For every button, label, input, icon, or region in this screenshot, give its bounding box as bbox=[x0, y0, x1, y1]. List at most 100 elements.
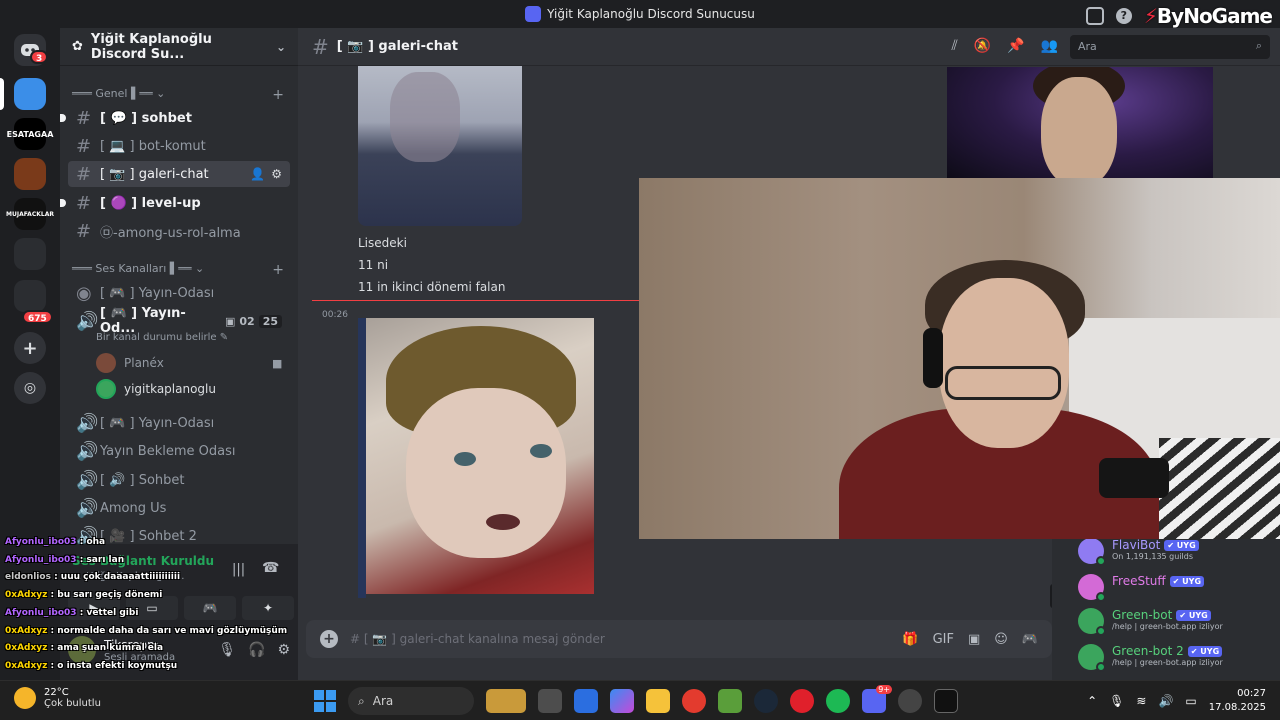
weather-widget[interactable]: 22°C Çok bulutlu bbox=[14, 687, 101, 709]
chevron-up-icon[interactable]: ⌃ bbox=[1087, 694, 1097, 708]
opera-icon[interactable] bbox=[790, 689, 814, 713]
voice-channel-yayin-2[interactable]: 🔊[ 🎮 ] Yayın-Od... ▣ 02 25 bbox=[68, 306, 290, 336]
watermark-logo: ⚡ByNoGame bbox=[1143, 4, 1273, 28]
camera-icon: ■ bbox=[272, 357, 283, 370]
emoji-icon[interactable]: ☺ bbox=[994, 632, 1008, 647]
member-freestuff[interactable]: FreeStuff ✔ UYG bbox=[1078, 574, 1205, 602]
voice-channel-sohbet[interactable]: 🔊[ 🔊 ] Sohbet bbox=[68, 467, 290, 493]
search-input[interactable]: Ara ⌕ bbox=[1070, 35, 1270, 59]
volume-icon[interactable]: 🔊 bbox=[1158, 694, 1173, 708]
microphone-icon[interactable]: 🎙 bbox=[1109, 694, 1124, 708]
minecraft-icon[interactable] bbox=[718, 689, 742, 713]
hash-icon: # bbox=[76, 163, 92, 185]
server-yigit[interactable] bbox=[14, 78, 46, 110]
speaker-icon: 🔊 bbox=[76, 310, 99, 332]
avatar bbox=[96, 379, 116, 399]
webcam-main bbox=[639, 178, 1280, 539]
add-channel-icon[interactable]: + bbox=[272, 87, 284, 103]
hash-icon: # bbox=[76, 220, 92, 242]
chat-line: 0xAdxyz : o insta efekti koymutşu bbox=[5, 660, 178, 671]
channel-galeri-chat[interactable]: #[ 📷 ] galeri-chat 👤 ⚙ bbox=[68, 161, 290, 187]
guild-name: Yiğit Kaplanoğlu Discord Su... bbox=[90, 31, 212, 62]
mention-badge: 675 bbox=[22, 310, 53, 324]
add-server-button[interactable]: + bbox=[14, 332, 46, 364]
spotify-icon[interactable] bbox=[826, 689, 850, 713]
battery-icon[interactable]: ▭ bbox=[1185, 694, 1196, 708]
voice-status[interactable]: Bir kanal durumu belirle ✎ bbox=[96, 332, 228, 343]
guild-header[interactable]: ✿ Yiğit Kaplanoğlu Discord Su... ⌄ bbox=[60, 28, 298, 66]
chrome-icon[interactable] bbox=[682, 689, 706, 713]
help-icon[interactable]: ? bbox=[1115, 8, 1132, 24]
chat-line: 0xAdxyz : normalde daha da sarı ve mavi … bbox=[5, 625, 288, 636]
taskbar: 22°C Çok bulutlu ⌕ Ara 9+ ⌃ 🎙 ≋ 🔊 ▭ 00:27… bbox=[0, 680, 1280, 720]
clock[interactable]: 00:27 17.08.2025 bbox=[1209, 687, 1266, 715]
server-folder-1[interactable] bbox=[14, 238, 46, 270]
mute-icon[interactable]: 🔕 bbox=[974, 38, 991, 54]
speaker-icon: 🔊 bbox=[76, 469, 99, 491]
server-minecraft[interactable] bbox=[14, 158, 46, 190]
avatar bbox=[1078, 538, 1106, 566]
server-mujaf[interactable]: MUJAFACKLAR bbox=[6, 198, 54, 230]
wifi-icon[interactable]: ≋ bbox=[1136, 694, 1146, 708]
app-icon[interactable] bbox=[574, 689, 598, 713]
server-folder-2[interactable] bbox=[14, 280, 46, 312]
obs-icon[interactable] bbox=[898, 689, 922, 713]
attach-button[interactable]: + bbox=[320, 630, 338, 648]
voice-user-yigit[interactable]: yigitkaplanoglu bbox=[96, 379, 216, 399]
chat-line: 0xAdxyz : ama şuan kumral ela bbox=[5, 643, 164, 654]
hash-icon: # bbox=[76, 135, 92, 157]
inbox-icon[interactable] bbox=[1085, 7, 1104, 25]
message-image-1[interactable] bbox=[358, 66, 522, 226]
steam-icon[interactable] bbox=[754, 689, 778, 713]
chevron-down-icon: ⌄ bbox=[275, 39, 286, 54]
category-general[interactable]: ═══ Genel ▌══ ⌄ + bbox=[72, 87, 284, 103]
hash-icon: # bbox=[312, 34, 329, 59]
title-bar: Yiğit Kaplanoğlu Discord Sunucusu ? ⚡ByN… bbox=[0, 0, 1280, 28]
weather-icon bbox=[14, 687, 36, 709]
threads-icon[interactable]: ⫽ bbox=[951, 38, 957, 54]
apps-icon[interactable]: 🎮 bbox=[1022, 632, 1038, 647]
channel-bot-komut[interactable]: #[ 💻 ] bot-komut bbox=[68, 133, 290, 159]
member-flavibot[interactable]: FlaviBot ✔ UYG On 1,191,135 guilds bbox=[1078, 538, 1199, 566]
epic-games-icon[interactable] bbox=[934, 689, 958, 713]
member-green-bot[interactable]: Green-bot ✔ UYG/help | green-bot.app izli… bbox=[1078, 608, 1223, 636]
message-composer[interactable]: + # [ 📷 ] galeri-chat kanalına mesaj gön… bbox=[306, 620, 1052, 658]
home-badge: 3 bbox=[30, 50, 49, 64]
channel-among-us-rol[interactable]: # ㉤-among-us-rol-alma bbox=[68, 218, 290, 244]
discover-icon[interactable]: ◎ bbox=[14, 372, 46, 404]
voice-user-planex[interactable]: Planéx bbox=[96, 353, 164, 373]
sticker-icon[interactable]: ▣ bbox=[968, 632, 980, 647]
stream-chat-overlay: Afyonlu_ibo03 : oha Afyonlu_ibo03 : sarı… bbox=[5, 534, 305, 676]
channel-level-up[interactable]: #[ 🟣 ] level-up bbox=[60, 190, 290, 216]
voice-channel-among-us[interactable]: 🔊 Among Us bbox=[68, 495, 290, 521]
discord-taskbar-icon[interactable]: 9+ bbox=[862, 685, 892, 713]
taskbar-search[interactable]: ⌕ Ara bbox=[348, 687, 474, 715]
voice-channel-yayin-3[interactable]: 🔊[ 🎮 ] Yayın-Odası bbox=[68, 410, 290, 436]
copilot-icon[interactable] bbox=[610, 689, 634, 713]
message-image-2[interactable] bbox=[366, 318, 594, 594]
server-esatagaa[interactable]: ESATAGAA bbox=[7, 118, 53, 150]
task-view-icon[interactable] bbox=[538, 689, 562, 713]
search-icon: ⌕ bbox=[358, 693, 365, 708]
member-list: FlaviBot ✔ UYG On 1,191,135 guilds FreeStu… bbox=[1052, 538, 1280, 680]
file-explorer-icon[interactable] bbox=[646, 689, 670, 713]
voice-channel-yayin-1[interactable]: ◉[ 🎮 ] Yayın-Odası bbox=[68, 280, 290, 306]
hash-icon: # bbox=[76, 192, 92, 214]
pin-icon[interactable]: 📌 bbox=[1007, 38, 1024, 54]
settings-icon[interactable]: ⚙ bbox=[271, 167, 282, 181]
add-channel-icon[interactable]: + bbox=[272, 262, 284, 278]
message-input[interactable]: # [ 📷 ] galeri-chat kanalına mesaj gönde… bbox=[350, 632, 605, 646]
invite-icon[interactable]: 👤 bbox=[250, 167, 265, 181]
member-green-bot-2[interactable]: Green-bot 2 ✔ UYG/help | green-bot.app iz… bbox=[1078, 644, 1223, 672]
avatar bbox=[1078, 608, 1106, 636]
avatar bbox=[96, 353, 116, 373]
members-icon[interactable]: 👥 bbox=[1041, 38, 1058, 54]
chat-line: eldonlios : uuu çok daaaaattiiiiiiiiii bbox=[5, 572, 181, 583]
gif-icon[interactable]: GIF bbox=[933, 632, 954, 647]
start-button[interactable] bbox=[314, 690, 336, 712]
voice-channel-bekleme[interactable]: 🔊 Yayın Bekleme Odası bbox=[68, 438, 290, 464]
widgets-icon[interactable] bbox=[486, 689, 526, 713]
channel-sohbet[interactable]: #[ 💬 ] sohbet bbox=[60, 105, 290, 131]
gift-icon[interactable]: 🎁 bbox=[902, 632, 918, 647]
category-voice[interactable]: ═══ Ses Kanalları ▌══ ⌄ + bbox=[72, 262, 284, 278]
